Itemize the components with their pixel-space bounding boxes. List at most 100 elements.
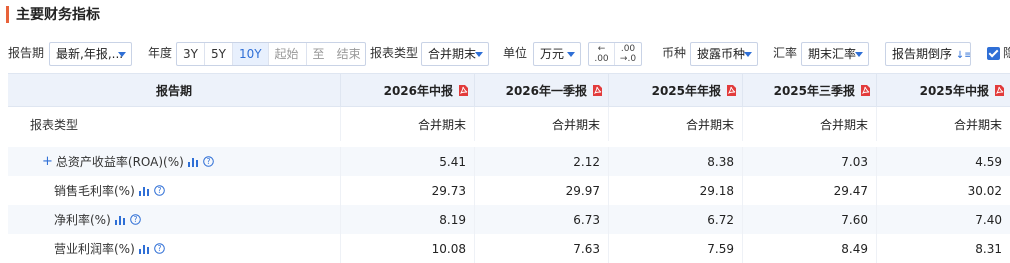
currency-select[interactable]: 披露币种: [690, 42, 758, 66]
report-type-select[interactable]: 合并期末: [421, 42, 489, 66]
chevron-down-icon: [567, 52, 575, 57]
svg-text:?: ?: [157, 244, 161, 253]
table-cell: 7.59: [608, 234, 742, 263]
bar-chart-icon[interactable]: [138, 185, 150, 199]
decrease-decimal-button[interactable]: ← .00: [589, 43, 615, 65]
column-header[interactable]: 2026年一季报: [474, 74, 608, 106]
table-cell: 合并期末: [608, 107, 742, 141]
table-row: 净利率(%) ? 8.19 6.73 6.72 7.60 7.40: [8, 205, 1010, 234]
table-cell: 合并期末: [742, 107, 876, 141]
table-cell: 30.02: [876, 176, 1010, 205]
financial-indicators-table: 报告期 2026年中报 2026年一季报 2025年年报 2025年三季报 20…: [8, 73, 1010, 263]
currency-value: 披露币种: [697, 47, 746, 61]
row-label-text: 销售毛利率(%): [54, 184, 135, 198]
table-row: 营业利润率(%) ? 10.08 7.63 7.59 8.49 8.31: [8, 234, 1010, 263]
report-type-label: 报表类型: [370, 46, 419, 60]
pdf-icon[interactable]: [995, 84, 1004, 96]
section-title: 主要财务指标: [16, 7, 100, 23]
svg-text:?: ?: [206, 157, 210, 166]
rate-value: 期末汇率: [808, 47, 857, 61]
title-accent-bar: [6, 6, 9, 23]
period-select[interactable]: 最新,年报,...: [49, 42, 132, 66]
table-cell: 8.19: [340, 205, 474, 234]
rate-label: 汇率: [773, 46, 798, 60]
table-cell: 29.47: [742, 176, 876, 205]
unit-label: 单位: [503, 46, 528, 60]
table-cell: 6.73: [474, 205, 608, 234]
end-year-input[interactable]: 结束: [331, 43, 365, 65]
start-year-input[interactable]: 起始: [269, 43, 307, 65]
column-header[interactable]: 2026年中报: [340, 74, 474, 106]
row-label-gross-margin: 销售毛利率(%) ?: [8, 176, 340, 205]
bar-chart-icon[interactable]: [187, 156, 199, 170]
row-label-roa: + 总资产收益率(ROA)(%) ?: [8, 147, 340, 176]
svg-text:?: ?: [133, 215, 137, 224]
help-icon[interactable]: ?: [153, 242, 165, 257]
chevron-down-icon: [118, 52, 126, 57]
unit-value: 万元: [540, 47, 565, 61]
help-icon[interactable]: ?: [153, 184, 165, 199]
year-option-5y[interactable]: 5Y: [205, 43, 233, 65]
sort-button[interactable]: 报告期倒序 ↓≡: [885, 42, 971, 66]
row-label-text: 总资产收益率(ROA)(%): [55, 155, 184, 169]
help-icon[interactable]: ?: [203, 155, 214, 170]
year-label: 年度: [148, 46, 173, 60]
increase-decimal-button[interactable]: .00 →.0: [615, 43, 641, 65]
chevron-down-icon: [855, 52, 863, 57]
pdf-icon[interactable]: [459, 84, 468, 96]
table-row: 销售毛利率(%) ? 29.73 29.97 29.18 29.47 30.02: [8, 176, 1010, 205]
table-cell: 8.38: [608, 147, 742, 176]
expand-icon[interactable]: +: [42, 154, 53, 169]
row-label-net-margin: 净利率(%) ?: [8, 205, 340, 234]
table-row: + 总资产收益率(ROA)(%) ? 5.41 2.12 8.38 7.03 4…: [8, 147, 1010, 176]
help-icon[interactable]: ?: [129, 213, 141, 228]
table-cell: 10.08: [340, 234, 474, 263]
header-period-label: 报告期: [155, 83, 192, 98]
table-cell: 2.12: [474, 147, 608, 176]
table-cell: 6.72: [608, 205, 742, 234]
row-label-text: 营业利润率(%): [54, 242, 135, 256]
period-label: 报告期: [8, 46, 45, 60]
column-header[interactable]: 2025年年报: [608, 74, 742, 106]
table-row: 报表类型 合并期末 合并期末 合并期末 合并期末 合并期末: [8, 107, 1010, 141]
table-cell: 7.63: [474, 234, 608, 263]
table-cell: 5.41: [340, 147, 474, 176]
pdf-icon[interactable]: [593, 84, 602, 96]
table-cell: 合并期末: [340, 107, 474, 141]
rate-select[interactable]: 期末汇率: [801, 42, 869, 66]
year-range: 3Y 5Y 10Y 起始 至 结束: [176, 42, 366, 66]
hide-checkbox[interactable]: [987, 47, 1000, 60]
decimal-controls: ← .00 .00 →.0: [588, 42, 642, 66]
currency-label: 币种: [662, 46, 687, 60]
bar-chart-icon[interactable]: [138, 243, 150, 257]
column-header[interactable]: 2025年中报: [876, 74, 1010, 106]
table-cell: 合并期末: [474, 107, 608, 141]
table-header-row: 报告期 2026年中报 2026年一季报 2025年年报 2025年三季报 20…: [8, 73, 1010, 107]
bar-chart-icon[interactable]: [114, 214, 126, 228]
table-cell: 7.03: [742, 147, 876, 176]
year-option-3y[interactable]: 3Y: [177, 43, 205, 65]
table-cell: 29.73: [340, 176, 474, 205]
to-label: 至: [312, 47, 325, 61]
year-option-10y[interactable]: 10Y: [232, 43, 269, 65]
table-cell: 8.31: [876, 234, 1010, 263]
table-cell: 7.60: [742, 205, 876, 234]
table-cell: 29.97: [474, 176, 608, 205]
column-header[interactable]: 2025年三季报: [742, 74, 876, 106]
checkbox-label: 隐: [1003, 46, 1010, 60]
table-cell: 7.40: [876, 205, 1010, 234]
report-type-row-label: 报表类型: [30, 117, 79, 132]
sort-desc-icon: ↓≡: [955, 50, 971, 61]
period-select-value: 最新,年报,...: [56, 47, 124, 61]
pdf-icon[interactable]: [727, 84, 736, 96]
chevron-down-icon: [475, 52, 483, 57]
report-type-value: 合并期末: [428, 47, 477, 61]
svg-text:?: ?: [157, 186, 161, 195]
unit-select[interactable]: 万元: [533, 42, 581, 66]
table-cell: 29.18: [608, 176, 742, 205]
table-cell: 合并期末: [876, 107, 1010, 141]
chevron-down-icon: [744, 52, 752, 57]
pdf-icon[interactable]: [861, 84, 870, 96]
table-cell: 4.59: [876, 147, 1010, 176]
row-label-operating-margin: 营业利润率(%) ?: [8, 234, 340, 263]
